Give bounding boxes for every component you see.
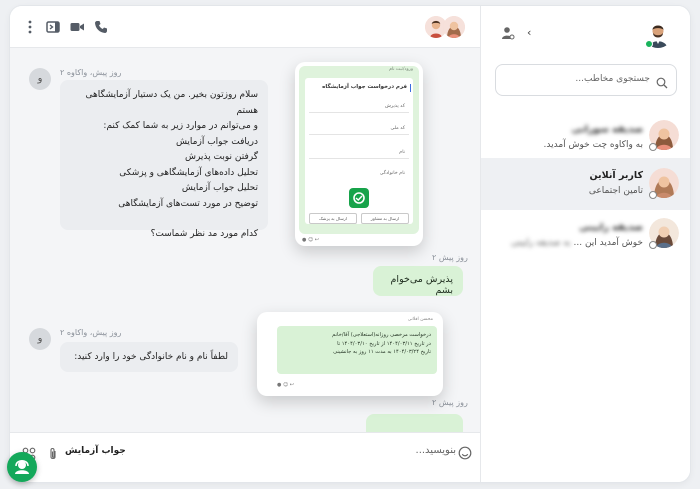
form-reaction-icons: ● ☺ ↩	[302, 237, 319, 243]
offline-status-dot	[649, 241, 657, 249]
contact-name: صدیقه سورانی	[571, 124, 643, 135]
form-field-line[interactable]	[309, 112, 409, 113]
offline-status-dot	[649, 143, 657, 151]
form-field-label: نام خانوادگی	[379, 171, 405, 176]
message-line	[70, 212, 258, 227]
phone-icon[interactable]	[93, 19, 109, 35]
send-to-doctor-button[interactable]: ارسال به پزشک	[309, 213, 357, 224]
search-icon	[656, 74, 668, 89]
send-to-consultant-button[interactable]: ارسال به مشاور	[361, 213, 409, 224]
document-line: تاریخ ۱۴۰۴/۰۳/۲۴ به مدت ۱۱ روز به جانشین…	[333, 349, 431, 355]
message-meta: ۲ روز پیش	[432, 253, 468, 262]
message-line: و می‌توانم در موارد زیر به شما کمک کنم:	[103, 121, 258, 131]
form-field-label: کد ملی	[390, 126, 405, 131]
form-field-label: کد پذیرش	[384, 104, 405, 109]
message-bubble-incoming: لطفاً نام و نام خانوادگی خود را وارد کنی…	[60, 342, 238, 372]
chat-header	[10, 6, 480, 48]
group-avatar-woman[interactable]	[443, 16, 465, 38]
message-meta: ۲ روز پیش، واکاوه	[60, 68, 122, 77]
message-meta: ۲ روز پیش	[432, 398, 468, 407]
chevron-left-icon[interactable]: ‹	[527, 26, 531, 39]
sidebar-toggle-icon[interactable]	[45, 19, 61, 35]
document-reaction-icons: ● ☺ ↩	[277, 382, 294, 388]
contacts-sidebar: ‹ جستجوی مخاطب... صدیقه سورانی به واکاوه…	[480, 6, 690, 482]
form-field-line[interactable]	[309, 134, 409, 135]
message-bubble-incoming: سلام روزتون بخیر. من یک دستیار آزمایشگاه…	[60, 80, 268, 239]
contact-message-text: خوش آمدید این ...	[573, 238, 644, 248]
form-preview-card[interactable]: ورود/ثبت نام فرم درخواست جواب آزمایشگاه …	[295, 62, 423, 246]
contact-item-active[interactable]: کاربر آنلاین تامین اجتماعی	[481, 158, 690, 210]
sender-avatar: و	[29, 68, 51, 90]
document-preview-card[interactable]: محسن افلانی درخواست مرخصی روزانه(استعلاج…	[257, 312, 443, 396]
emoji-icon[interactable]	[458, 445, 472, 460]
chat-pane: ۲ روز پیش، واکاوه و سلام روزتون بخیر. من…	[10, 6, 480, 482]
contact-last-message: به واکاوه چت خوش آمدید.	[543, 140, 643, 150]
message-input[interactable]: بنویسید...	[370, 445, 456, 456]
quick-action-lab-result[interactable]: جواب آزمایش	[65, 446, 126, 456]
app-window: ۲ روز پیش، واکاوه و سلام روزتون بخیر. من…	[10, 6, 690, 482]
search-placeholder: جستجوی مخاطب...	[575, 74, 650, 84]
document-line: درخواست مرخصی روزانه(استعلاجی) آقا/خانم	[332, 332, 431, 338]
form-panel: فرم درخواست جواب آزمایشگاه کد پذیرش کد م…	[305, 78, 413, 224]
message-line: سلام روزتون بخیر. من یک دستیار آزمایشگاه…	[85, 90, 258, 116]
contact-name: صدیقه رایینی	[579, 222, 643, 233]
form-logo-icon	[349, 188, 369, 208]
message-line: تحلیل داده‌های آزمایشگاهی و پزشکی	[119, 167, 258, 178]
message-line: کدام مورد مد نظر شماست؟	[150, 229, 258, 239]
form-title: فرم درخواست جواب آزمایشگاه	[322, 84, 407, 90]
contact-last-message: خوش آمدید این ... به صدیقه رایینی	[511, 238, 643, 248]
form-field-line[interactable]	[309, 158, 409, 159]
contact-last-message: تامین اجتماعی	[588, 186, 643, 196]
document-line: در تاریخ ۱۴۰۴/۰۳/۱۱ از تاریخ ۱۴۰۴/۰۳/۱۰ …	[337, 340, 431, 347]
document-top-text: محسن افلانی	[407, 317, 433, 322]
message-composer: جواب آزمایش بنویسید...	[10, 432, 480, 482]
text-cursor	[410, 84, 411, 92]
headset-icon	[15, 459, 29, 474]
user-settings-icon[interactable]	[501, 25, 515, 40]
contact-search-input[interactable]: جستجوی مخاطب...	[495, 64, 677, 96]
form-field-label: نام	[399, 150, 405, 155]
message-bubble-outgoing: پذیرش می‌خوام بشم	[373, 266, 463, 296]
video-icon[interactable]	[69, 19, 85, 35]
form-top-text: ورود/ثبت نام	[389, 67, 413, 72]
contact-name: کاربر آنلاین	[589, 170, 644, 181]
document-preview-text: درخواست مرخصی روزانه(استعلاجی) آقا/خانم …	[277, 326, 437, 374]
offline-status-dot	[649, 191, 657, 199]
support-fab-button[interactable]	[7, 452, 37, 482]
contact-message-blurred: به صدیقه رایینی	[511, 238, 571, 248]
message-line: توضیح در مورد تست‌های آزمایشگاهی	[118, 198, 258, 209]
online-status-dot	[645, 40, 653, 48]
more-vert-icon[interactable]	[22, 19, 38, 35]
message-line: دریافت جواب آزمایش	[175, 136, 258, 147]
message-bubble-outgoing	[366, 414, 463, 432]
contact-item[interactable]: صدیقه رایینی خوش آمدید این ... به صدیقه …	[481, 212, 690, 264]
message-meta: ۲ روز پیش، واکاوه	[60, 328, 122, 337]
attachment-icon[interactable]	[47, 446, 59, 460]
message-line: گرفتن نوبت پذیرش	[184, 152, 258, 162]
message-line: تحلیل جواب آزمایش	[181, 183, 258, 193]
sender-avatar: و	[29, 328, 51, 350]
